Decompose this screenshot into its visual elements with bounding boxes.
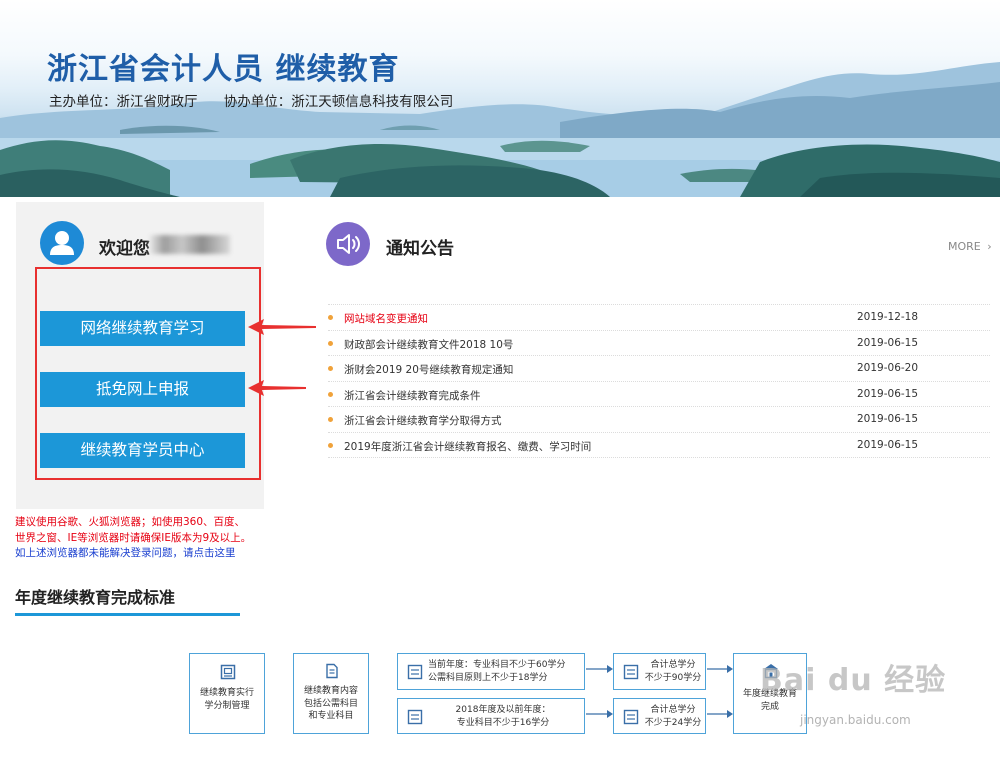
notice-item-date: 2019-06-15 bbox=[857, 387, 919, 400]
flow-arrow-icon bbox=[586, 710, 613, 718]
annotation-arrow-icon bbox=[248, 319, 316, 335]
bullet-icon bbox=[328, 442, 333, 448]
browser-tip-text: 建议使用谷歌、火狐浏览器；如使用360、百度、世界之窗、IE等浏览器时请确保IE… bbox=[15, 516, 252, 544]
flow-arrow-icon bbox=[707, 710, 733, 718]
blurred-username bbox=[150, 235, 230, 254]
notice-item-title: 2019年度浙江省会计继续教育报名、缴费、学习时间 bbox=[344, 440, 592, 453]
browser-tip: 建议使用谷歌、火狐浏览器；如使用360、百度、世界之窗、IE等浏览器时请确保IE… bbox=[15, 515, 255, 562]
bullet-icon bbox=[328, 340, 333, 346]
student-center-button[interactable]: 继续教育学员中心 bbox=[40, 433, 245, 468]
box-line: 合计总学分 bbox=[650, 705, 696, 715]
box-line: 不少于24学分 bbox=[644, 717, 702, 728]
notice-item[interactable]: 浙江省会计继续教育完成条件 2019-06-15 bbox=[328, 382, 990, 407]
speaker-icon bbox=[326, 222, 370, 266]
sum-icon bbox=[623, 664, 639, 680]
credit-exemption-button[interactable]: 抵免网上申报 bbox=[40, 372, 245, 407]
box-line: 公需科目原则上不少于18学分 bbox=[428, 672, 548, 683]
notice-list: 网站域名变更通知 2019-12-18 财政部会计继续教育文件2018 10号 … bbox=[328, 304, 990, 458]
notice-item[interactable]: 浙财会2019 20号继续教育规定通知 2019-06-20 bbox=[328, 356, 990, 382]
education-content-box: 继续教育内容 包括公需科目 和专业科目 bbox=[293, 653, 369, 734]
site-title: 浙江省会计人员 继续教育 bbox=[47, 52, 400, 87]
certificate-icon bbox=[220, 664, 236, 680]
host-label: 主办单位：浙江省财政厅 bbox=[49, 94, 198, 110]
watermark-url: jingyan.baidu.com bbox=[800, 713, 911, 727]
header-banner: 浙江省会计人员 继续教育 主办单位：浙江省财政厅 协办单位：浙江天顿信息科技有限… bbox=[0, 0, 1000, 197]
document-icon bbox=[326, 663, 338, 679]
notice-title: 通知公告 bbox=[386, 239, 454, 259]
notice-item-date: 2019-06-15 bbox=[857, 413, 919, 425]
bullet-icon bbox=[328, 417, 333, 422]
notice-item[interactable]: 财政部会计继续教育文件2018 10号 2019-06-15 bbox=[328, 331, 990, 356]
box-line: 继续教育内容 bbox=[303, 686, 358, 696]
more-label: MORE bbox=[948, 240, 981, 253]
notice-item-date: 2019-12-18 bbox=[857, 311, 919, 323]
bullet-icon bbox=[328, 315, 333, 320]
online-learning-button[interactable]: 网络继续教育学习 bbox=[40, 311, 245, 346]
notice-item[interactable]: 浙江省会计继续教育学分取得方式 2019-06-15 bbox=[328, 407, 990, 433]
box-line: 当前年度：专业科目不少于60学分 bbox=[428, 660, 566, 670]
credit-system-box: 继续教育实行 学分制管理 bbox=[189, 653, 265, 734]
bullet-icon bbox=[328, 391, 333, 397]
baidu-watermark: Bai du 经验 bbox=[760, 655, 946, 699]
box-line: 专业科目不少于16学分 bbox=[456, 717, 550, 728]
notice-item-date: 2019-06-20 bbox=[857, 362, 919, 374]
flow-arrow-icon bbox=[586, 665, 613, 673]
chevron-right-icon: › bbox=[987, 240, 992, 253]
title-underline bbox=[15, 613, 240, 616]
box-line: 不少于90学分 bbox=[644, 672, 702, 683]
welcome-text: 欢迎您 bbox=[99, 239, 150, 259]
bullet-icon bbox=[328, 366, 333, 371]
notice-item-title: 浙江省会计继续教育完成条件 bbox=[344, 389, 481, 402]
box-line: 学分制管理 bbox=[204, 700, 250, 711]
annotation-arrow-icon bbox=[248, 380, 306, 396]
total-credits-90-box: 合计总学分 不少于90学分 bbox=[613, 653, 706, 690]
standards-title: 年度继续教育完成标准 bbox=[15, 588, 176, 607]
login-help-link[interactable]: 如上述浏览器都未能解决登录问题，请点击这里 bbox=[15, 547, 236, 559]
co-host-label: 协办单位：浙江天顿信息科技有限公司 bbox=[223, 94, 454, 110]
box-line: 继续教育实行 bbox=[199, 688, 254, 698]
notice-item-title: 网站域名变更通知 bbox=[344, 313, 428, 325]
box-line: 和专业科目 bbox=[308, 711, 354, 721]
box-line: 包括公需科目 bbox=[303, 698, 358, 709]
previous-year-requirement-box: 2018年度及以前年度： 专业科目不少于16学分 bbox=[397, 698, 585, 734]
list-icon bbox=[407, 709, 423, 725]
notice-item-title: 财政部会计继续教育文件2018 10号 bbox=[344, 338, 514, 351]
notice-item-title: 浙财会2019 20号继续教育规定通知 bbox=[344, 364, 514, 376]
sum-icon bbox=[623, 709, 639, 725]
box-line: 合计总学分 bbox=[650, 660, 696, 670]
box-line: 2018年度及以前年度： bbox=[455, 705, 551, 715]
site-organizers: 主办单位：浙江省财政厅 协办单位：浙江天顿信息科技有限公司 bbox=[49, 90, 475, 110]
current-year-requirement-box: 当前年度：专业科目不少于60学分 公需科目原则上不少于18学分 bbox=[397, 653, 585, 690]
list-icon bbox=[407, 664, 423, 680]
notice-item-title: 浙江省会计继续教育学分取得方式 bbox=[344, 415, 502, 427]
notice-item[interactable]: 网站域名变更通知 2019-12-18 bbox=[328, 305, 990, 331]
total-credits-24-box: 合计总学分 不少于24学分 bbox=[613, 698, 706, 734]
watermark-brand: Bai du 经验 bbox=[760, 663, 947, 698]
box-line: 完成 bbox=[760, 701, 779, 712]
notice-item-date: 2019-06-15 bbox=[857, 438, 919, 451]
notice-item-date: 2019-06-15 bbox=[857, 336, 919, 349]
more-link[interactable]: MORE › bbox=[948, 240, 992, 253]
user-avatar-icon bbox=[40, 221, 84, 265]
flow-arrow-icon bbox=[707, 665, 733, 673]
notice-item[interactable]: 2019年度浙江省会计继续教育报名、缴费、学习时间 2019-06-15 bbox=[328, 433, 990, 458]
